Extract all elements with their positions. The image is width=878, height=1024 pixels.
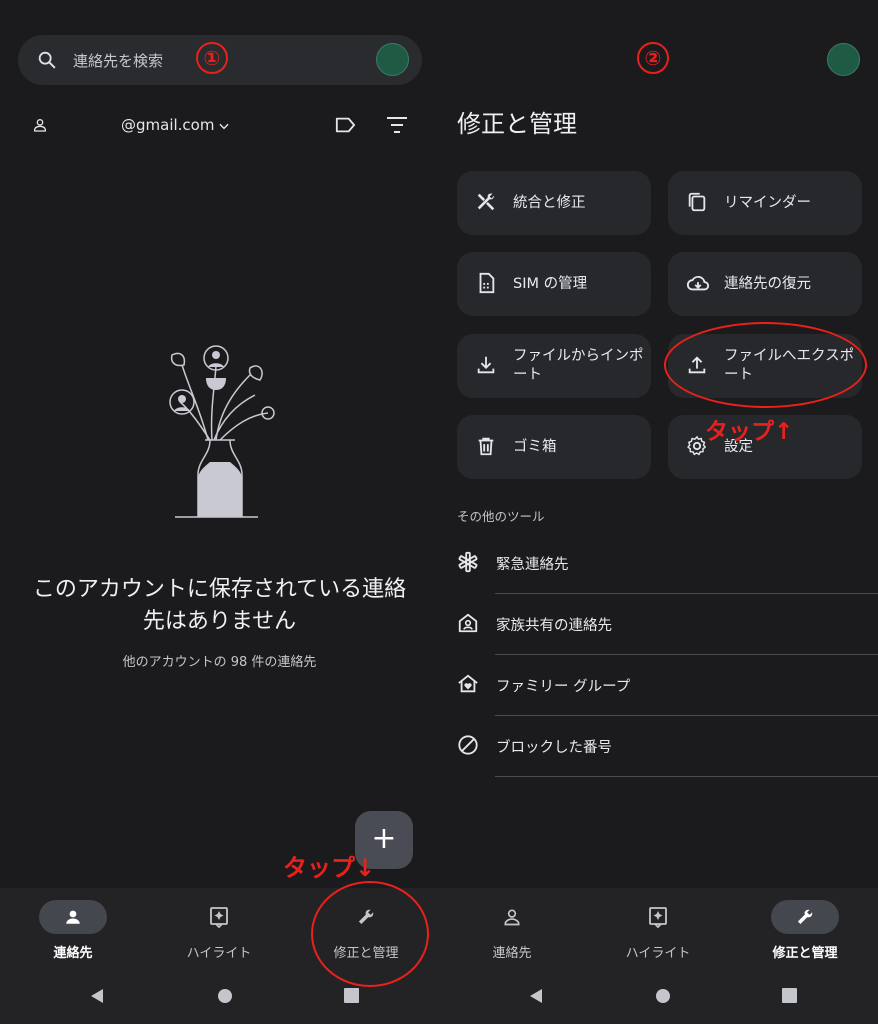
nav-contacts[interactable]: 連絡先 (452, 900, 572, 961)
tile-label: 連絡先の復元 (724, 275, 811, 292)
tile-label: ファイルからインポート (513, 348, 644, 383)
tile-import-file[interactable]: ファイルからインポート (457, 334, 651, 398)
home-person-icon (458, 613, 478, 633)
tool-label: 家族共有の連絡先 (496, 618, 612, 634)
empty-title-line-2: 先はありません (142, 609, 297, 634)
tool-family-shared-contacts[interactable]: 家族共有の連絡先 (439, 594, 878, 655)
trash-icon (478, 437, 494, 456)
tool-label: 緊急連絡先 (496, 557, 569, 573)
wrench-icon (797, 909, 813, 924)
home-icon[interactable] (217, 988, 233, 1004)
tile-sim-manage[interactable]: SIM の管理 (457, 252, 651, 316)
tile-label: 統合と修正 (513, 194, 586, 211)
home-heart-icon (458, 674, 478, 693)
search-placeholder: 連絡先を検索 (73, 52, 164, 70)
tile-restore-contacts[interactable]: 連絡先の復元 (668, 252, 862, 316)
tile-label: リマインダー (724, 194, 811, 211)
filter-icon[interactable] (386, 116, 408, 134)
person-outline-icon[interactable] (32, 117, 48, 133)
nav-contacts[interactable]: 連絡先 (13, 900, 133, 961)
nav-label: 連絡先 (492, 946, 532, 961)
bottom-navigation: 連絡先 ハイライト 修正と管理 (439, 888, 878, 1024)
annotation-ring-nav (311, 881, 429, 987)
tool-label: ブロックした番号 (496, 740, 612, 756)
empty-state-subtitle: 他のアカウントの 98 件の連絡先 (122, 655, 317, 670)
sim-card-icon (479, 272, 495, 294)
home-icon[interactable] (655, 988, 671, 1004)
label-icon[interactable] (334, 115, 356, 135)
recents-icon[interactable] (344, 988, 359, 1003)
tile-label: SIM の管理 (513, 275, 588, 292)
person-icon (504, 909, 520, 926)
tool-blocked-numbers[interactable]: ブロックした番号 (439, 716, 878, 777)
system-navigation-bar (0, 988, 439, 1012)
nav-pill (624, 900, 692, 934)
block-icon (458, 735, 478, 755)
tool-label: ファミリー グループ (496, 679, 631, 695)
download-icon (477, 356, 495, 374)
step-marker-2: ② (637, 42, 669, 74)
tool-family-group[interactable]: ファミリー グループ (439, 655, 878, 716)
empty-state-title: このアカウントに保存されている連絡 先はありません (0, 574, 439, 638)
step-marker-1: ① (196, 42, 228, 74)
fix-manage-screen: ② 修正と管理 統合と修正 リマインダー SIM の管理 連絡先の復元 ファイル… (439, 0, 878, 1024)
highlight-icon (210, 907, 228, 928)
page-title: 修正と管理 (457, 110, 577, 138)
asterisk-icon (458, 551, 478, 573)
person-icon (66, 910, 80, 924)
nav-label: ハイライト (625, 946, 691, 961)
highlight-icon (649, 907, 667, 928)
divider (495, 776, 878, 777)
nav-pill (771, 900, 839, 934)
tap-annotation-left: タップ↓ (283, 854, 376, 882)
copy-icon (688, 192, 706, 212)
back-icon[interactable] (89, 988, 105, 1004)
chevron-down-icon[interactable] (217, 119, 231, 133)
nav-pill (478, 900, 546, 934)
tile-label: ゴミ箱 (513, 438, 557, 455)
tool-emergency-contacts[interactable]: 緊急連絡先 (439, 533, 878, 594)
nav-label: ハイライト (186, 946, 252, 961)
tools-icon (477, 193, 495, 211)
account-avatar[interactable] (827, 43, 860, 76)
tap-annotation-right: タップ↑ (705, 419, 794, 445)
tile-trash[interactable]: ゴミ箱 (457, 415, 651, 479)
nav-highlights[interactable]: ハイライト (598, 900, 718, 961)
nav-label: 連絡先 (53, 946, 93, 961)
cloud-restore-icon (686, 276, 710, 291)
recents-icon[interactable] (782, 988, 797, 1003)
annotation-ring-export (664, 322, 867, 408)
nav-label: 修正と管理 (772, 946, 838, 961)
account-email[interactable]: @gmail.com (121, 116, 214, 134)
nav-pill (185, 900, 253, 934)
account-row: @gmail.com (0, 110, 439, 140)
nav-fix-manage[interactable]: 修正と管理 (745, 900, 865, 961)
section-label-other-tools: その他のツール (457, 509, 545, 524)
contacts-screen: 連絡先を検索 ① @gmail.com このアカウントに保存されている連絡 先は… (0, 0, 439, 1024)
empty-state-illustration (169, 345, 275, 518)
nav-highlights[interactable]: ハイライト (159, 900, 279, 961)
back-icon[interactable] (528, 988, 544, 1004)
tile-reminders[interactable]: リマインダー (668, 171, 862, 235)
account-avatar[interactable] (376, 43, 409, 76)
tile-merge-fix[interactable]: 統合と修正 (457, 171, 651, 235)
system-navigation-bar (439, 988, 878, 1012)
search-icon (38, 51, 56, 69)
empty-title-line-1: このアカウントに保存されている連絡 (32, 577, 407, 602)
nav-pill (39, 900, 107, 934)
